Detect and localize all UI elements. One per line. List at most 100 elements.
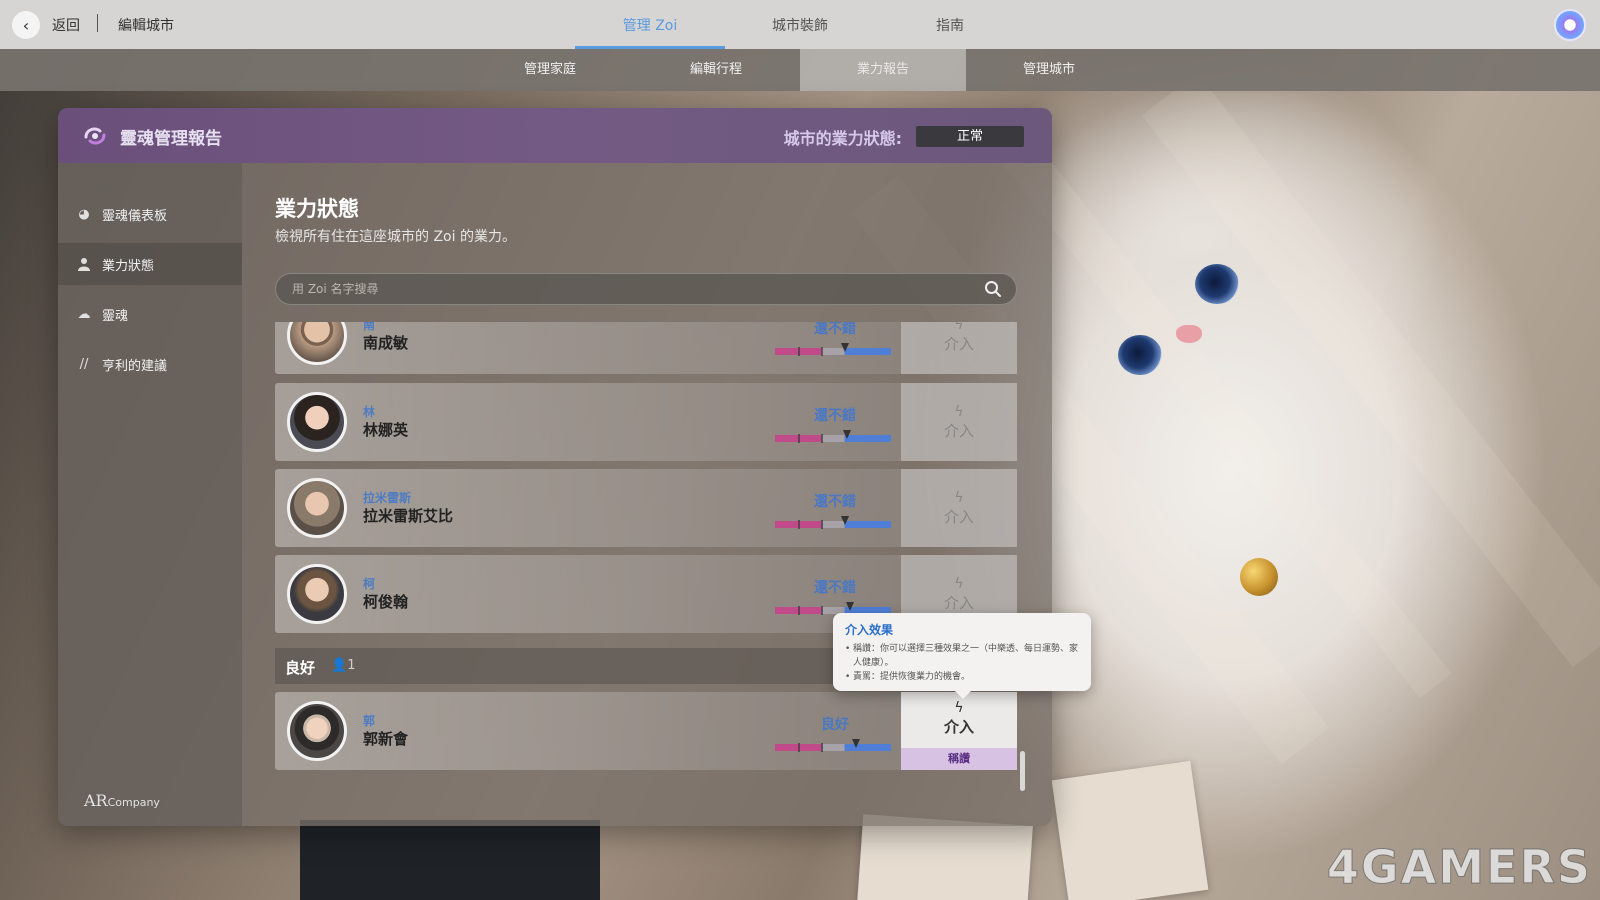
karma-meter bbox=[775, 739, 891, 752]
meter-tick bbox=[798, 434, 801, 443]
back-button[interactable]: ‹ bbox=[12, 11, 40, 39]
praise-option[interactable]: 稱讚 bbox=[901, 748, 1017, 770]
intervene-effect-tooltip: 介入效果 稱讚：你可以選擇三種效果之一（中樂透、每日運勢、家人健康）。 責罵：提… bbox=[833, 613, 1091, 699]
sidebar: ◕ 靈魂儀表板 業力狀態 ☁ 靈魂 // 亨利的建議 ARCompany bbox=[58, 163, 242, 826]
meter-tick bbox=[821, 606, 824, 615]
top-bar: ‹ 返回 編輯城市 管理 Zoi 城市裝飾 指南 bbox=[0, 0, 1600, 49]
avatar bbox=[287, 701, 347, 761]
sidebar-item-soul-dashboard[interactable]: ◕ 靈魂儀表板 bbox=[58, 193, 242, 235]
tooltip-line: 責罵：提供恢復業力的機會。 bbox=[845, 670, 1079, 684]
tab-city-decoration[interactable]: 城市裝飾 bbox=[725, 15, 875, 35]
bolt-icon: ϟ bbox=[954, 700, 964, 716]
zoi-name: 林娜英 bbox=[363, 421, 409, 439]
person-icon: 👤 bbox=[331, 658, 348, 673]
sidebar-item-label: 亨利的建議 bbox=[102, 358, 168, 374]
zoi-surname: 柯 bbox=[363, 577, 376, 591]
tooltip-title: 介入效果 bbox=[845, 623, 894, 637]
scrollbar[interactable] bbox=[1020, 751, 1025, 791]
tooltip-line: 稱讚：你可以選擇三種效果之一（中樂透、每日運勢、家人健康）。 bbox=[845, 642, 1079, 670]
sidebar-item-souls[interactable]: ☁ 靈魂 bbox=[58, 293, 242, 335]
bolt-icon: ϟ bbox=[954, 489, 964, 506]
karma-status: 還不錯 bbox=[814, 580, 856, 596]
dashboard-icon: ◕ bbox=[78, 206, 90, 222]
meter-tick bbox=[798, 743, 801, 752]
list-item[interactable]: 郭 郭新會 良好 ϟ 介入 稱讚 bbox=[275, 692, 1017, 770]
panel-title: 靈魂管理報告 bbox=[120, 129, 222, 149]
sidebar-item-label: 業力狀態 bbox=[102, 258, 155, 274]
karma-marker-icon bbox=[852, 739, 861, 748]
zoi-surname: 郭 bbox=[363, 714, 376, 728]
page-subtitle: 檢視所有住在這座城市的 Zoi 的業力。 bbox=[275, 229, 516, 245]
tab-manage-zoi[interactable]: 管理 Zoi bbox=[575, 15, 725, 35]
meter-tick bbox=[821, 434, 824, 443]
zoi-surname: 拉米雷斯 bbox=[363, 491, 412, 505]
quote-icon: // bbox=[79, 356, 89, 372]
zoi-surname: 林 bbox=[363, 405, 376, 419]
intervene-button[interactable]: ϟ 介入 稱讚 bbox=[901, 692, 1017, 770]
meter-tick bbox=[821, 347, 824, 356]
soul-icon: ☁ bbox=[77, 306, 91, 322]
meter-tick bbox=[821, 743, 824, 752]
back-label[interactable]: 返回 bbox=[52, 15, 80, 35]
cat-eye-right bbox=[1118, 335, 1162, 375]
karma-status: 還不錯 bbox=[814, 494, 856, 510]
avatar bbox=[287, 564, 347, 624]
zoi-name: 南成敏 bbox=[363, 334, 409, 352]
cat-bell bbox=[1240, 558, 1278, 596]
person-icon bbox=[76, 256, 92, 272]
list-item[interactable]: 南 南成敏 還不錯 ϟ 介入 bbox=[275, 322, 1017, 374]
sub-nav-bar: 管理家庭 編輯行程 業力報告 管理城市 bbox=[0, 49, 1600, 91]
city-karma-state-badge: 正常 bbox=[916, 126, 1024, 147]
zoi-name: 拉米雷斯艾比 bbox=[363, 507, 454, 525]
subtab-karma-report[interactable]: 業力報告 bbox=[800, 49, 966, 91]
meter-tick bbox=[821, 520, 824, 529]
karma-meter bbox=[775, 516, 891, 529]
karma-marker-icon bbox=[846, 602, 855, 611]
watermark: 4GAMERS bbox=[1326, 840, 1592, 895]
karma-meter bbox=[775, 430, 891, 443]
meter-tick bbox=[798, 520, 801, 529]
karma-marker-icon bbox=[840, 516, 849, 525]
karma-status: 還不錯 bbox=[814, 408, 856, 424]
list-item[interactable]: 拉米雷斯 拉米雷斯艾比 還不錯 ϟ 介入 bbox=[275, 469, 1017, 547]
subtab-manage-city[interactable]: 管理城市 bbox=[966, 49, 1132, 91]
bolt-icon: ϟ bbox=[954, 322, 964, 333]
subtab-manage-family[interactable]: 管理家庭 bbox=[467, 49, 633, 91]
zoi-name: 柯俊翰 bbox=[363, 593, 409, 611]
karma-marker-icon bbox=[840, 343, 849, 352]
group-title: 良好 bbox=[285, 659, 316, 677]
cat-eye-left bbox=[1195, 264, 1239, 304]
subtab-edit-schedule[interactable]: 編輯行程 bbox=[633, 49, 799, 91]
search-bar bbox=[275, 273, 1017, 305]
search-icon[interactable] bbox=[984, 280, 1002, 298]
zoi-karma-list: 南 南成敏 還不錯 ϟ 介入 林 林娜英 還不錯 ϟ 介入 拉米雷斯 拉米雷斯艾 bbox=[275, 322, 1017, 818]
intervene-button: ϟ 介入 bbox=[901, 322, 1017, 374]
bolt-icon: ϟ bbox=[954, 575, 964, 592]
page-title: 業力狀態 bbox=[275, 197, 359, 221]
ar-company-logo: ARCompany bbox=[84, 791, 160, 810]
edit-city-label: 編輯城市 bbox=[118, 18, 174, 34]
karma-status: 還不錯 bbox=[814, 322, 856, 337]
meter-tick bbox=[798, 606, 801, 615]
avatar bbox=[287, 322, 347, 365]
soul-report-panel: 靈魂管理報告 城市的業力狀態: 正常 ◕ 靈魂儀表板 業力狀態 ☁ 靈魂 // … bbox=[58, 108, 1052, 826]
avatar bbox=[287, 392, 347, 452]
profile-avatar-button[interactable] bbox=[1554, 9, 1586, 41]
sidebar-item-henry-advice[interactable]: // 亨利的建議 bbox=[58, 343, 242, 385]
karma-status: 良好 bbox=[821, 717, 849, 733]
zoi-name: 郭新會 bbox=[363, 730, 409, 748]
tab-guide[interactable]: 指南 bbox=[875, 15, 1025, 35]
chevron-left-icon: ‹ bbox=[22, 15, 30, 35]
search-input[interactable] bbox=[292, 274, 972, 304]
list-item[interactable]: 林 林娜英 還不錯 ϟ 介入 bbox=[275, 383, 1017, 461]
soul-logo-icon bbox=[84, 127, 106, 145]
sidebar-item-karma-state[interactable]: 業力狀態 bbox=[58, 243, 242, 285]
city-karma-state-label: 城市的業力狀態: bbox=[783, 129, 902, 148]
group-count: 👤1 bbox=[331, 658, 356, 673]
sidebar-item-label: 靈魂 bbox=[102, 308, 129, 324]
meter-tick bbox=[798, 347, 801, 356]
intervene-button: ϟ 介入 bbox=[901, 383, 1017, 461]
avatar bbox=[287, 478, 347, 538]
bolt-icon: ϟ bbox=[954, 403, 964, 420]
panel-header: 靈魂管理報告 城市的業力狀態: 正常 bbox=[58, 108, 1052, 163]
